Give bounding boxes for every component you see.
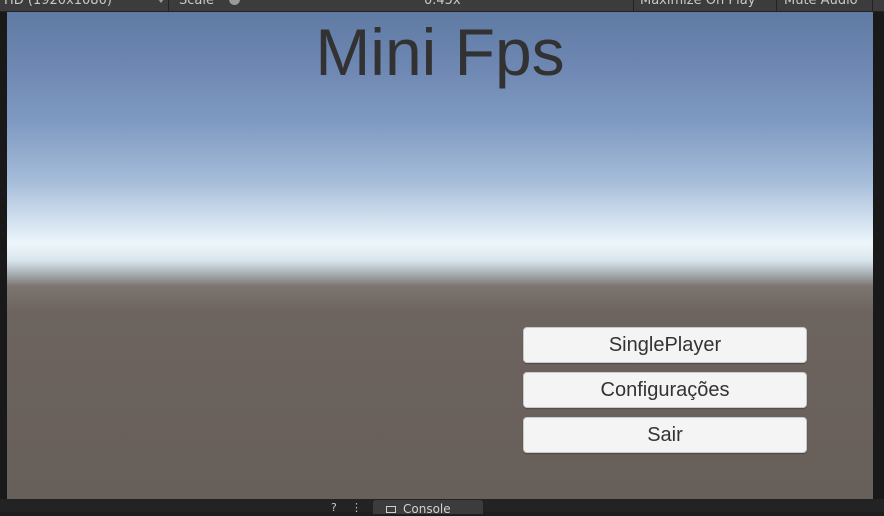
game-view-toolbar: HD (1920x1080) Scale 0.45x Maximize On P… — [0, 0, 884, 12]
toolbar-divider — [168, 0, 169, 11]
game-view-frame: Mini Fps SinglePlayer Configurações Sair — [0, 12, 884, 499]
mute-audio-toggle[interactable]: Mute Audio — [784, 0, 858, 10]
help-icon[interactable]: ? — [331, 501, 337, 514]
toolbar-divider — [633, 0, 634, 11]
maximize-on-play-toggle[interactable]: Maximize On Play — [640, 0, 755, 10]
bottom-dock-bar: ? ⋮ Console — [0, 499, 884, 516]
game-viewport: Mini Fps SinglePlayer Configurações Sair — [7, 12, 873, 499]
scale-label: Scale — [179, 0, 214, 8]
scale-slider-handle[interactable] — [229, 0, 240, 5]
toolbar-divider — [872, 0, 873, 11]
game-title: Mini Fps — [315, 15, 565, 89]
chevron-down-icon — [158, 0, 164, 3]
scale-value: 0.45x — [424, 0, 461, 8]
exit-button[interactable]: Sair — [523, 417, 807, 453]
toolbar-divider — [776, 0, 777, 11]
resolution-dropdown[interactable]: HD (1920x1080) — [4, 0, 112, 10]
tab-console-label: Console — [403, 502, 451, 516]
settings-button[interactable]: Configurações — [523, 372, 807, 408]
more-options-icon[interactable]: ⋮ — [351, 501, 362, 514]
singleplayer-button[interactable]: SinglePlayer — [523, 327, 807, 363]
